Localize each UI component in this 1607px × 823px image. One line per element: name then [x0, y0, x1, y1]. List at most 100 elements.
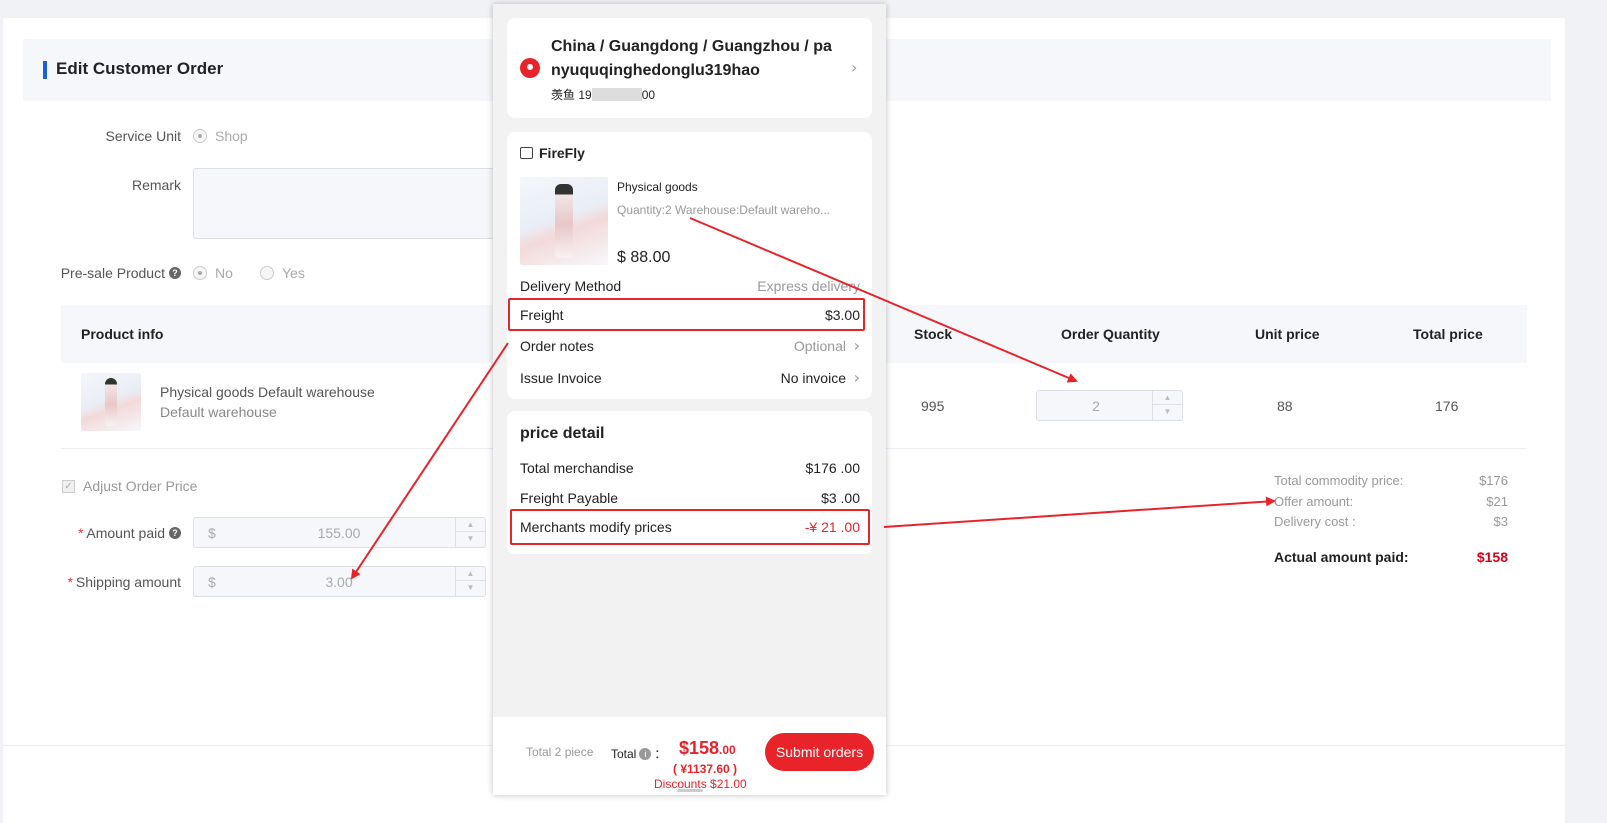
radio-label: Yes — [282, 265, 305, 281]
shipping-amount-value: 3.00 — [325, 574, 353, 590]
row-label: Order notes — [520, 338, 594, 354]
row-value: No invoice — [780, 370, 846, 386]
increment-icon[interactable]: ▲ — [456, 518, 485, 532]
address-card[interactable]: China / Guangdong / Guangzhou / pa nyuqu… — [507, 18, 872, 118]
stepper-arrows[interactable]: ▲ ▼ — [455, 518, 485, 547]
total-label-text: Total — [611, 746, 637, 761]
delivery-method-row: Delivery Method Express delivery — [520, 278, 860, 294]
address-text: China / Guangdong / Guangzhou / pa nyuqu… — [551, 38, 832, 79]
product-meta: Quantity:2 Warehouse:Default wareho... — [617, 203, 830, 217]
chevron-right-icon: › — [851, 58, 858, 77]
total-cny: ( ¥1137.60 ) — [673, 762, 738, 776]
summary-delivery-cost: Delivery cost : $3 — [1274, 514, 1508, 534]
shop-icon — [520, 147, 533, 159]
total-colon: ： — [654, 747, 667, 761]
phone-prefix: 19 — [578, 88, 592, 102]
total-amount: $158.00 — [679, 738, 736, 759]
currency-symbol: $ — [208, 574, 216, 590]
unit-price-value: 88 — [1277, 398, 1293, 414]
presale-label: Pre-sale Product? — [43, 265, 181, 281]
shop-title: FireFly — [520, 145, 585, 161]
shipping-amount-input[interactable]: $ 3.00 ▲ ▼ — [193, 566, 486, 597]
shipping-amount-label: * Shipping amount — [67, 574, 181, 590]
help-icon[interactable]: ? — [169, 527, 181, 539]
decrement-icon[interactable]: ▼ — [456, 532, 485, 546]
row-value: $176 .00 — [805, 460, 861, 476]
stepper-arrows[interactable]: ▲ ▼ — [1152, 391, 1182, 420]
summary-offer-amount: Offer amount: $21 — [1274, 494, 1508, 514]
shop-card: FireFly Physical goods Quantity:2 Wareho… — [507, 132, 872, 399]
row-label: Freight Payable — [520, 490, 619, 506]
increment-icon[interactable]: ▲ — [1153, 391, 1182, 405]
summary-total-commodity: Total commodity price: $176 — [1274, 473, 1508, 493]
radio-label: No — [215, 265, 233, 281]
shop-name: FireFly — [539, 145, 585, 161]
total-price-value: 176 — [1435, 398, 1459, 414]
checkbox-label: Adjust Order Price — [83, 478, 198, 494]
radio-dot — [193, 129, 207, 143]
summary-label: Total commodity price: — [1274, 473, 1404, 488]
service-unit-radio-shop[interactable]: Shop — [193, 128, 248, 144]
address-contact: 羡鱼 19 00 — [551, 86, 655, 103]
decrement-icon[interactable]: ▼ — [456, 581, 485, 595]
screen: Edit Customer Order Service Unit Shop Re… — [0, 0, 1607, 823]
product-warehouse: Default warehouse — [160, 404, 277, 420]
summary-actual-paid: Actual amount paid: $158 — [1274, 549, 1508, 569]
amount-main: $158 — [679, 738, 720, 758]
summary-value: $158 — [1476, 549, 1508, 565]
remark-label: Remark — [131, 177, 181, 193]
price-detail-title: price detail — [520, 425, 605, 442]
col-order-quantity: Order Quantity — [1061, 326, 1160, 342]
summary-value: $176 — [1479, 473, 1508, 488]
info-icon[interactable]: i — [639, 747, 652, 760]
freight-highlight-box — [508, 298, 865, 331]
stepper-arrows[interactable]: ▲ ▼ — [455, 567, 485, 596]
row-label: Total merchandise — [520, 460, 634, 476]
mobile-order-preview: China / Guangdong / Guangzhou / pa nyuqu… — [493, 4, 886, 795]
stock-value: 995 — [921, 398, 945, 414]
title-accent-bar — [43, 61, 47, 79]
submit-orders-button[interactable]: Submit orders — [765, 733, 874, 771]
presale-radio-yes[interactable]: Yes — [260, 265, 305, 281]
presale-radio-no[interactable]: No — [193, 265, 233, 281]
product-thumbnail — [81, 373, 141, 431]
summary-value: $21 — [1486, 494, 1508, 509]
chevron-right-icon: › — [853, 336, 860, 355]
total-merchandise-row: Total merchandise $176 .00 — [520, 460, 860, 476]
product-name: Physical goods — [617, 180, 698, 194]
checkbox-icon: ✓ — [62, 479, 75, 493]
total-label: Total i： — [611, 745, 666, 762]
row-value: Optional — [793, 338, 846, 354]
shipping-amount-label-text: Shipping amount — [75, 574, 181, 590]
help-icon[interactable]: ? — [169, 267, 181, 279]
increment-icon[interactable]: ▲ — [456, 567, 485, 581]
col-total-price: Total price — [1413, 326, 1483, 342]
summary-value: $3 — [1493, 514, 1508, 529]
issue-invoice-row[interactable]: Issue Invoice No invoice › — [520, 368, 860, 387]
amount-paid-value: 155.00 — [317, 525, 361, 541]
remark-textarea[interactable] — [193, 168, 503, 239]
summary-label: Offer amount: — [1274, 494, 1354, 509]
contact-name: 羡鱼 — [551, 88, 576, 102]
amount-cents: .00 — [719, 743, 736, 757]
freight-payable-row: Freight Payable $3 .00 — [520, 490, 860, 506]
radio-dot — [193, 266, 207, 280]
quantity-value: 2 — [1092, 398, 1100, 414]
summary-label: Delivery cost : — [1274, 514, 1356, 529]
col-unit-price: Unit price — [1255, 326, 1320, 342]
radio-dot — [260, 266, 274, 280]
product-name: Physical goods Default warehouse — [160, 384, 375, 400]
phone-mask — [591, 88, 642, 101]
quantity-stepper[interactable]: 2 ▲ ▼ — [1036, 390, 1183, 421]
decrement-icon[interactable]: ▼ — [1153, 405, 1182, 419]
modify-price-highlight-box — [510, 509, 870, 545]
col-stock: Stock — [914, 326, 953, 342]
adjust-order-price-checkbox[interactable]: ✓ Adjust Order Price — [62, 478, 197, 494]
radio-label: Shop — [215, 128, 248, 144]
order-notes-row[interactable]: Order notes Optional › — [520, 336, 860, 355]
home-indicator — [677, 789, 703, 792]
service-unit-label: Service Unit — [105, 128, 181, 144]
phone-suffix: 00 — [641, 88, 656, 102]
amount-paid-input[interactable]: $ 155.00 ▲ ▼ — [193, 517, 486, 548]
row-label: Delivery Method — [520, 278, 622, 294]
